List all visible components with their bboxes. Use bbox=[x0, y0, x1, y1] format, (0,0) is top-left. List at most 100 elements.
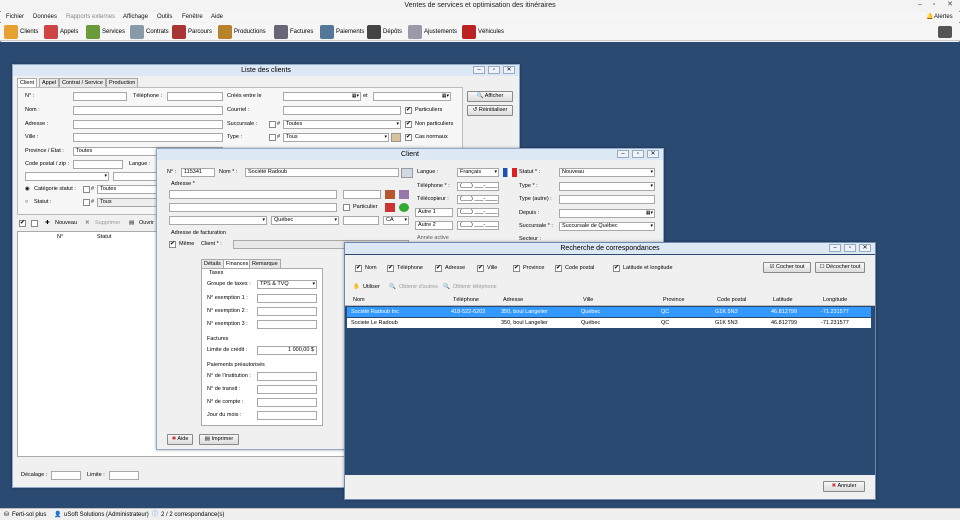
obtenir-telephone-button[interactable]: Obtenir téléphone bbox=[453, 283, 497, 292]
telephone-input[interactable]: (___) ___-____ bbox=[457, 182, 499, 191]
adresse-line1[interactable] bbox=[169, 190, 337, 199]
maximize-icon[interactable]: ▫ bbox=[488, 66, 500, 74]
toolbar-productions[interactable]: Productions bbox=[218, 24, 266, 40]
toolbar-ajustements[interactable]: Ajustements bbox=[408, 24, 457, 40]
autre2-select[interactable]: Autre 2 bbox=[415, 221, 453, 230]
type-select[interactable]: Tous ▾ bbox=[283, 133, 389, 142]
non-particuliers-checkbox[interactable]: ✔ bbox=[405, 121, 412, 128]
nom-checkbox[interactable]: ✔ bbox=[355, 265, 362, 272]
tab-production[interactable]: Production bbox=[106, 78, 139, 87]
alerts-icon[interactable]: 🔔 bbox=[926, 12, 933, 22]
meme-checkbox[interactable]: ✔ bbox=[169, 241, 176, 248]
limite-credit-input[interactable]: 1 000,00 $ bbox=[257, 346, 317, 355]
code-postal-input[interactable] bbox=[343, 216, 379, 225]
groupe-taxes-select[interactable]: TPS & TVQ ▾ bbox=[257, 280, 317, 289]
autre1-input[interactable]: (___) ___-____ bbox=[457, 208, 499, 217]
toolbar-services[interactable]: Services bbox=[86, 24, 125, 40]
categorie-select[interactable]: Toutes bbox=[97, 185, 157, 194]
date-from-input[interactable]: ▦▾ bbox=[283, 92, 361, 101]
imprimer-button[interactable]: ▤ Imprimer bbox=[199, 434, 239, 445]
langue-select[interactable]: ▾ bbox=[25, 172, 109, 181]
map-icon[interactable] bbox=[385, 190, 395, 199]
date-to-input[interactable]: ▦▾ bbox=[373, 92, 451, 101]
tab-contrat[interactable]: Contrat / Service bbox=[59, 78, 106, 87]
adresse-line2[interactable] bbox=[169, 203, 337, 212]
toolbar-depots[interactable]: Dépôts bbox=[367, 24, 402, 40]
column-ville[interactable]: Ville bbox=[583, 296, 593, 305]
statut-radio[interactable]: ○ bbox=[25, 198, 28, 207]
toolbar-paiements[interactable]: Paiements bbox=[320, 24, 364, 40]
institution-input[interactable] bbox=[257, 372, 317, 381]
phone-search-icon[interactable]: 🔍 bbox=[443, 283, 450, 292]
limite-input[interactable] bbox=[109, 471, 139, 480]
client-no-input[interactable]: 115341 bbox=[181, 168, 215, 177]
tab-details[interactable]: Détails bbox=[201, 259, 224, 268]
obtenir-autres-button[interactable]: Obtenir d'autres bbox=[399, 283, 438, 292]
maximize-icon[interactable]: ▫ bbox=[928, 0, 940, 10]
statut-select[interactable]: Tous bbox=[97, 198, 157, 207]
cocher-tout-button[interactable]: ☑ Cocher tout bbox=[763, 262, 811, 273]
code-postal-input[interactable] bbox=[73, 160, 123, 169]
maximize-icon[interactable]: ▫ bbox=[844, 244, 856, 252]
succursale-exclude-checkbox[interactable] bbox=[269, 121, 276, 128]
telephone-checkbox[interactable]: ✔ bbox=[387, 265, 394, 272]
jour-input[interactable] bbox=[257, 411, 317, 420]
categorie-exclude-checkbox[interactable] bbox=[83, 186, 90, 193]
client-nom-input[interactable]: Société Radoub bbox=[245, 168, 399, 177]
lat-long-checkbox[interactable]: ✔ bbox=[613, 265, 620, 272]
toolbar-factures[interactable]: Factures bbox=[274, 24, 313, 40]
depuis-date[interactable]: ▦▾ bbox=[559, 209, 655, 218]
adresse-input[interactable] bbox=[73, 120, 223, 129]
adresse-checkbox[interactable]: ✔ bbox=[435, 265, 442, 272]
statut-select[interactable]: Nouveau ▾ bbox=[559, 168, 655, 177]
autre1-select[interactable]: Autre 1 bbox=[415, 208, 453, 217]
alerts-label[interactable]: Alertes bbox=[934, 12, 953, 22]
close-icon[interactable]: ✕ bbox=[503, 66, 515, 74]
column-latitude[interactable]: Latitude bbox=[773, 296, 793, 305]
ville-select[interactable]: ▾ bbox=[169, 216, 267, 225]
afficher-button[interactable]: 🔍 Afficher bbox=[467, 91, 513, 102]
table-row[interactable]: Societe Le Radoub 350, boul Langelier Qu… bbox=[347, 318, 871, 328]
code-postal-checkbox[interactable]: ✔ bbox=[555, 265, 562, 272]
column-telephone[interactable]: Téléphone bbox=[453, 296, 479, 305]
toolbar-contrats[interactable]: Contrats bbox=[130, 24, 169, 40]
type-autre-input[interactable] bbox=[559, 195, 655, 204]
menu-aide[interactable]: Aide bbox=[211, 12, 223, 22]
menu-fichier[interactable]: Fichier bbox=[6, 12, 24, 22]
menu-fenetre[interactable]: Fenêtre bbox=[182, 12, 203, 22]
nom-input[interactable] bbox=[73, 106, 223, 115]
edit-icon[interactable] bbox=[391, 133, 401, 142]
ville-checkbox[interactable]: ✔ bbox=[477, 265, 484, 272]
copy-icon[interactable] bbox=[399, 190, 409, 199]
province-select[interactable]: Québec ▾ bbox=[271, 216, 339, 225]
succursale-select[interactable]: Toutes ▾ bbox=[283, 120, 401, 129]
toolbar-grid-toggle[interactable] bbox=[938, 24, 952, 40]
tab-remarque[interactable]: Remarque bbox=[249, 259, 281, 268]
toolbar-appels[interactable]: Appels bbox=[44, 24, 78, 40]
secondary-select[interactable] bbox=[113, 172, 157, 181]
minimize-icon[interactable]: – bbox=[473, 66, 485, 74]
type-select[interactable]: ▾ bbox=[559, 182, 655, 191]
categorie-radio[interactable]: ◉ bbox=[25, 185, 30, 194]
toolbar-vehicules[interactable]: Véhicules bbox=[462, 24, 504, 40]
particuliers-checkbox[interactable]: ✔ bbox=[405, 107, 412, 114]
adresse-extra[interactable] bbox=[343, 190, 381, 199]
search-more-icon[interactable]: 🔍 bbox=[389, 283, 396, 292]
particulier-checkbox[interactable] bbox=[343, 204, 350, 211]
decocher-tout-button[interactable]: ☐ Décocher tout bbox=[815, 262, 865, 273]
table-row[interactable]: Société Radoub Inc 418-522-6202 350, bou… bbox=[347, 307, 871, 317]
column-statut[interactable]: Statut bbox=[97, 233, 111, 242]
exemption-1-input[interactable] bbox=[257, 294, 317, 303]
no-input[interactable] bbox=[73, 92, 127, 101]
exemption-2-input[interactable] bbox=[257, 307, 317, 316]
reinitialiser-button[interactable]: ↺ Réinitialiser bbox=[467, 105, 513, 116]
maximize-icon[interactable]: ▫ bbox=[632, 150, 644, 158]
annuler-button[interactable]: ✖ Annuler bbox=[823, 481, 865, 492]
aide-button[interactable]: ✱ Aide bbox=[167, 434, 193, 445]
ouvrir-button[interactable]: Ouvrir bbox=[139, 219, 154, 228]
column-longitude[interactable]: Longitude bbox=[823, 296, 847, 305]
minimize-icon[interactable]: – bbox=[914, 0, 926, 10]
minimize-icon[interactable]: – bbox=[617, 150, 629, 158]
new-icon[interactable]: ✚ bbox=[45, 219, 50, 228]
column-nom[interactable]: Nom bbox=[353, 296, 365, 305]
